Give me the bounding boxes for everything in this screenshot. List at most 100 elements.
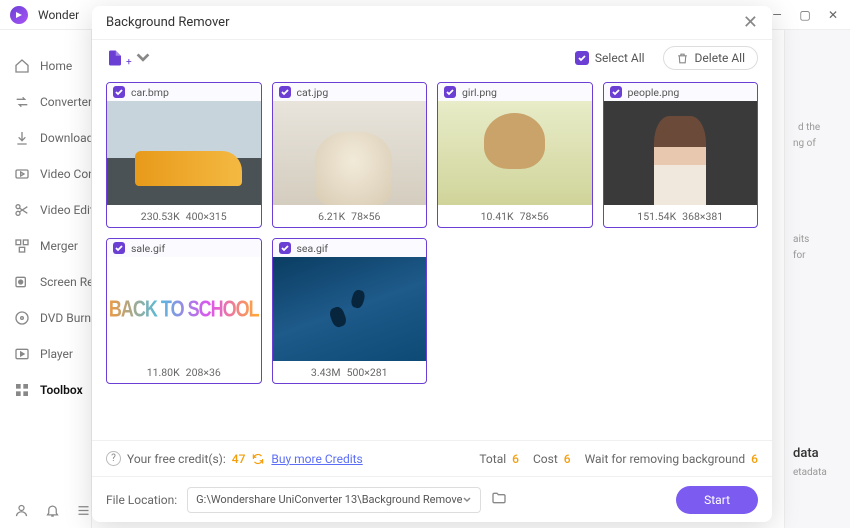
sidebar-item-label: Video Compressor [40, 167, 91, 181]
sidebar-item-home[interactable]: Home [0, 48, 91, 84]
home-icon [14, 58, 30, 74]
location-label: File Location: [106, 493, 177, 507]
select-all-checkbox[interactable]: Select All [575, 51, 645, 65]
app-logo [10, 6, 28, 24]
card-header: car.bmp [107, 83, 261, 101]
sidebar-item-converter[interactable]: Converter [0, 84, 91, 120]
sidebar-item-label: Home [40, 59, 72, 73]
sidebar-item-videocompressor[interactable]: Video Compressor [0, 156, 91, 192]
file-card[interactable]: sea.gif 3.43M500×281 [272, 238, 428, 384]
file-meta: 230.53K400×315 [107, 205, 261, 227]
right-panel: d the ng of aits for data etadata [784, 30, 850, 528]
sidebar-item-label: Screen Recorder [40, 275, 91, 289]
file-thumbnail [604, 101, 758, 205]
sidebar: Home Converter Downloader Video Compress… [0, 30, 92, 528]
file-meta: 6.21K78×56 [273, 205, 427, 227]
location-dropdown[interactable]: G:\Wondershare UniConverter 13\Backgroun… [187, 487, 481, 513]
file-name: car.bmp [131, 86, 169, 99]
credits-count: 47 [232, 452, 246, 466]
notification-icon[interactable] [45, 503, 60, 522]
credits-label: Your free credit(s): [127, 452, 226, 466]
trash-icon [676, 52, 689, 65]
file-card[interactable]: cat.jpg 6.21K78×56 [272, 82, 428, 228]
file-card[interactable]: sale.gif BACK TO SCHOOL11.80K208×36 [106, 238, 262, 384]
add-file-icon [106, 49, 124, 67]
sidebar-item-toolbox[interactable]: Toolbox [0, 372, 91, 408]
app-title: Wonder [38, 8, 79, 22]
sidebar-item-dvdburner[interactable]: DVD Burner [0, 300, 91, 336]
close-window-button[interactable]: ✕ [826, 8, 840, 22]
file-name: sea.gif [297, 242, 329, 255]
toolbox-icon [14, 382, 30, 398]
sidebar-item-label: Merger [40, 239, 78, 253]
file-checkbox[interactable] [444, 86, 456, 98]
open-folder-button[interactable] [491, 490, 507, 509]
download-icon [14, 130, 30, 146]
modal-toolbar: + Select All Delete All [92, 40, 772, 76]
file-card[interactable]: car.bmp 230.53K400×315 [106, 82, 262, 228]
file-meta: 11.80K208×36 [107, 361, 261, 383]
card-header: people.png [604, 83, 758, 101]
file-name: cat.jpg [297, 86, 329, 99]
file-thumbnail [107, 101, 261, 205]
refresh-icon[interactable] [251, 452, 265, 466]
file-thumbnail: BACK TO SCHOOL [107, 257, 261, 361]
start-button[interactable]: Start [676, 486, 758, 514]
background-remover-modal: Background Remover ✕ + Select All Delete… [92, 6, 772, 522]
minimize-button[interactable]: — [770, 8, 784, 22]
modal-header: Background Remover ✕ [92, 6, 772, 40]
location-row: File Location: G:\Wondershare UniConvert… [92, 476, 772, 522]
sidebar-item-player[interactable]: Player [0, 336, 91, 372]
buy-credits-link[interactable]: Buy more Credits [271, 452, 362, 466]
sidebar-item-screenrecorder[interactable]: Screen Recorder [0, 264, 91, 300]
settings-icon[interactable] [76, 503, 91, 522]
file-name: people.png [628, 86, 680, 99]
help-icon[interactable]: ? [106, 451, 121, 466]
file-checkbox[interactable] [279, 242, 291, 254]
file-checkbox[interactable] [610, 86, 622, 98]
sidebar-item-downloader[interactable]: Downloader [0, 120, 91, 156]
delete-all-button[interactable]: Delete All [663, 46, 758, 70]
file-thumbnail [438, 101, 592, 205]
close-modal-button[interactable]: ✕ [743, 12, 758, 33]
card-header: sea.gif [273, 239, 427, 257]
credits-row: ? Your free credit(s): 47 Buy more Credi… [92, 440, 772, 476]
scissors-icon [14, 202, 30, 218]
sidebar-item-merger[interactable]: Merger [0, 228, 91, 264]
sidebar-item-label: DVD Burner [40, 311, 91, 325]
file-meta: 3.43M500×281 [273, 361, 427, 383]
card-header: sale.gif [107, 239, 261, 257]
card-header: cat.jpg [273, 83, 427, 101]
sidebar-item-label: Player [40, 347, 73, 361]
maximize-button[interactable]: ▢ [798, 8, 812, 22]
merger-icon [14, 238, 30, 254]
sidebar-item-label: Toolbox [40, 383, 83, 397]
sidebar-item-videoeditor[interactable]: Video Editor [0, 192, 91, 228]
card-header: girl.png [438, 83, 592, 101]
file-name: sale.gif [131, 242, 165, 255]
sidebar-item-label: Downloader [40, 131, 91, 145]
sidebar-footer [0, 503, 91, 522]
file-name: girl.png [462, 86, 497, 99]
converter-icon [14, 94, 30, 110]
compress-icon [14, 166, 30, 182]
record-icon [14, 274, 30, 290]
file-grid: car.bmp 230.53K400×315 cat.jpg 6.21K78×56 gi… [92, 76, 772, 440]
modal-title: Background Remover [106, 15, 229, 30]
add-file-button[interactable]: + [106, 49, 152, 68]
file-card[interactable]: people.png 151.54K368×381 [603, 82, 759, 228]
player-icon [14, 346, 30, 362]
file-checkbox[interactable] [279, 86, 291, 98]
file-thumbnail [273, 257, 427, 361]
file-checkbox[interactable] [113, 86, 125, 98]
file-card[interactable]: girl.png 10.41K78×56 [437, 82, 593, 228]
sidebar-item-label: Converter [40, 95, 91, 109]
file-meta: 10.41K78×56 [438, 205, 592, 227]
file-meta: 151.54K368×381 [604, 205, 758, 227]
chevron-down-icon [134, 49, 152, 67]
file-checkbox[interactable] [113, 242, 125, 254]
account-icon[interactable] [14, 503, 29, 522]
file-thumbnail [273, 101, 427, 205]
chevron-down-icon [462, 495, 472, 505]
sidebar-item-label: Video Editor [40, 203, 91, 217]
